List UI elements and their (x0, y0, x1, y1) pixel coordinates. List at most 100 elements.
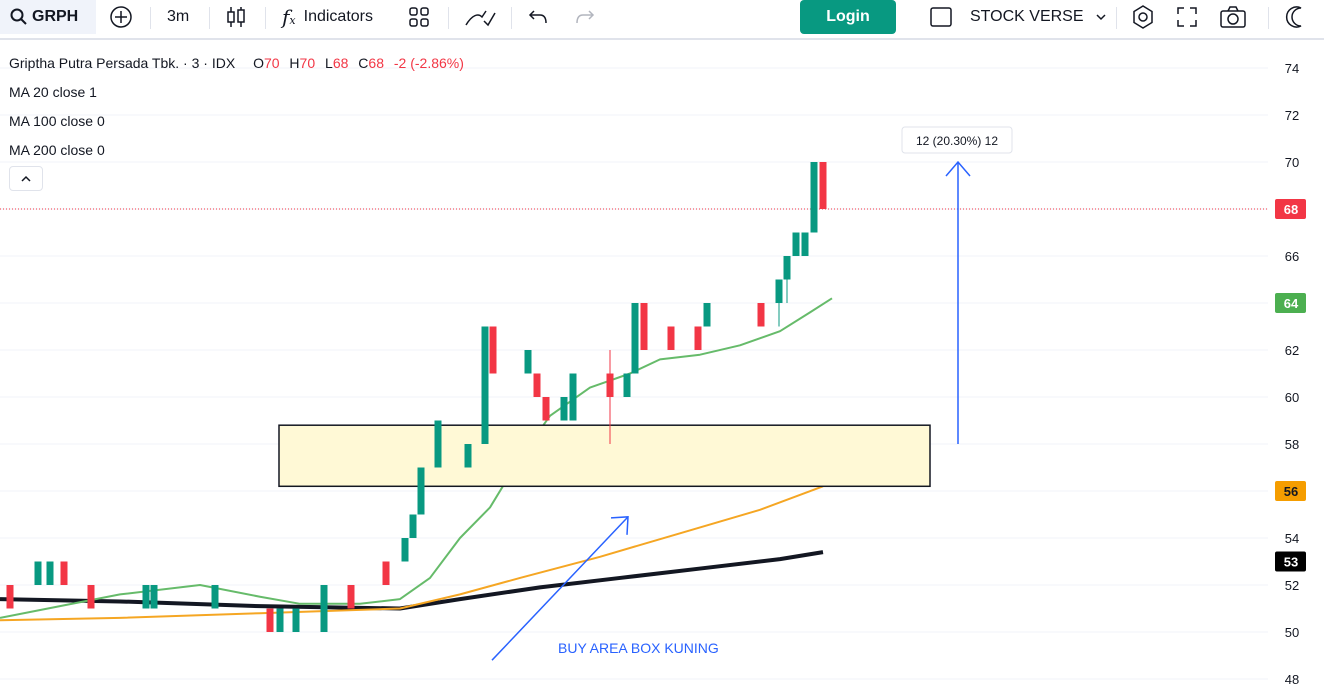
compare-symbol-button[interactable] (109, 0, 133, 34)
y-tick-label: 62 (1285, 343, 1299, 358)
legend-title: Griptha Putra Persada Tbk. · 3 · IDX (9, 55, 236, 71)
candle-body (401, 538, 409, 562)
fullscreen-button[interactable] (1176, 0, 1198, 34)
candle (481, 326, 489, 444)
candle-body (623, 373, 631, 397)
alert-button[interactable] (464, 0, 496, 34)
candle (694, 326, 702, 350)
candle-body (60, 561, 68, 585)
candle (142, 585, 150, 609)
legend-indicator-ma200[interactable]: MA 200 close 0 (9, 141, 464, 170)
candles-icon (227, 7, 245, 27)
candle-body (481, 326, 489, 444)
layout-checkbox[interactable] (929, 0, 953, 34)
candle-body (694, 326, 702, 350)
interval-button[interactable]: 3m (167, 0, 189, 34)
settings-button[interactable] (1130, 0, 1156, 34)
search-icon (10, 8, 27, 25)
square-icon (930, 7, 952, 27)
high-value: 70 (299, 55, 316, 71)
symbol-search-button[interactable]: GRPH (0, 0, 96, 34)
buy-area-box (278, 424, 931, 488)
candle-body (810, 162, 818, 233)
buy-area-annotation: BUY AREA BOX KUNING (558, 640, 719, 656)
legend-collapse-button[interactable] (9, 166, 43, 191)
grid-icon (409, 7, 429, 27)
candle (801, 232, 809, 256)
symbol-label: GRPH (32, 8, 79, 25)
layout-select[interactable]: STOCK VERSE (970, 0, 1108, 34)
candle-body (150, 585, 158, 609)
login-button[interactable]: Login (800, 0, 896, 34)
candle-body (46, 561, 54, 585)
templates-button[interactable] (408, 0, 430, 34)
candle-body (276, 608, 284, 632)
candle (757, 303, 765, 327)
price-axis: 485052545658606264666870727468645653 (1275, 61, 1306, 687)
y-tick-label: 70 (1285, 155, 1299, 170)
candle (464, 444, 472, 468)
candle (6, 585, 14, 609)
price-tag-label: 64 (1284, 296, 1299, 311)
candle (434, 420, 442, 468)
candle (150, 585, 158, 609)
candle (819, 162, 827, 209)
candle (292, 608, 300, 632)
candle (623, 373, 631, 397)
candle (524, 350, 532, 374)
y-tick-label: 50 (1285, 625, 1299, 640)
candle (775, 279, 783, 327)
candle-body (464, 444, 472, 468)
candle-body (434, 420, 442, 468)
fullscreen-icon (1177, 7, 1197, 27)
theme-toggle[interactable] (1284, 0, 1306, 34)
open-value: 70 (263, 55, 280, 71)
candle-body (819, 162, 827, 209)
undo-button[interactable] (527, 0, 549, 34)
candle-body (320, 585, 328, 632)
y-tick-label: 58 (1285, 437, 1299, 452)
legend-symbol-row: Griptha Putra Persada Tbk. · 3 · IDX O70… (9, 54, 464, 83)
candle-body (801, 232, 809, 256)
candle (417, 467, 425, 515)
ma200-line (0, 550, 824, 611)
candle-body (631, 303, 639, 374)
indicators-button[interactable]: fx Indicators (282, 0, 373, 34)
candle (34, 561, 42, 585)
legend-indicator-ma20[interactable]: MA 20 close 1 (9, 83, 464, 112)
candle (810, 162, 818, 233)
candle-body (417, 467, 425, 515)
candle-body (6, 585, 14, 609)
candle-body (409, 514, 417, 538)
candle (347, 585, 355, 609)
legend-indicator-ma100[interactable]: MA 100 close 0 (9, 112, 464, 141)
candle (631, 303, 639, 374)
candle (667, 326, 675, 350)
layout-name: STOCK VERSE (970, 8, 1084, 25)
gear-icon (1133, 5, 1153, 29)
buy-area-box-layer (278, 424, 931, 488)
candle-body (792, 232, 800, 256)
y-tick-label: 48 (1285, 672, 1299, 687)
candle-body (560, 397, 568, 421)
measure-label: 12 (20.30%) 12 (916, 134, 998, 148)
candle-body (606, 373, 614, 397)
candle-body (783, 256, 791, 280)
candle (46, 561, 54, 585)
redo-icon (576, 10, 595, 24)
candle (87, 585, 95, 609)
chart-type-button[interactable] (225, 0, 247, 34)
candle (703, 303, 711, 327)
candle-body (347, 585, 355, 609)
candle (401, 538, 409, 562)
chart-legend: Griptha Putra Persada Tbk. · 3 · IDX O70… (9, 54, 464, 170)
candle-body (34, 561, 42, 585)
snapshot-button[interactable] (1219, 0, 1247, 34)
chevron-down-icon (1095, 14, 1106, 21)
redo-button[interactable] (574, 0, 596, 34)
candle (276, 608, 284, 632)
y-tick-label: 54 (1285, 531, 1299, 546)
candle-body (292, 608, 300, 632)
candle-body (569, 373, 577, 421)
alert-pen-icon (465, 10, 496, 27)
